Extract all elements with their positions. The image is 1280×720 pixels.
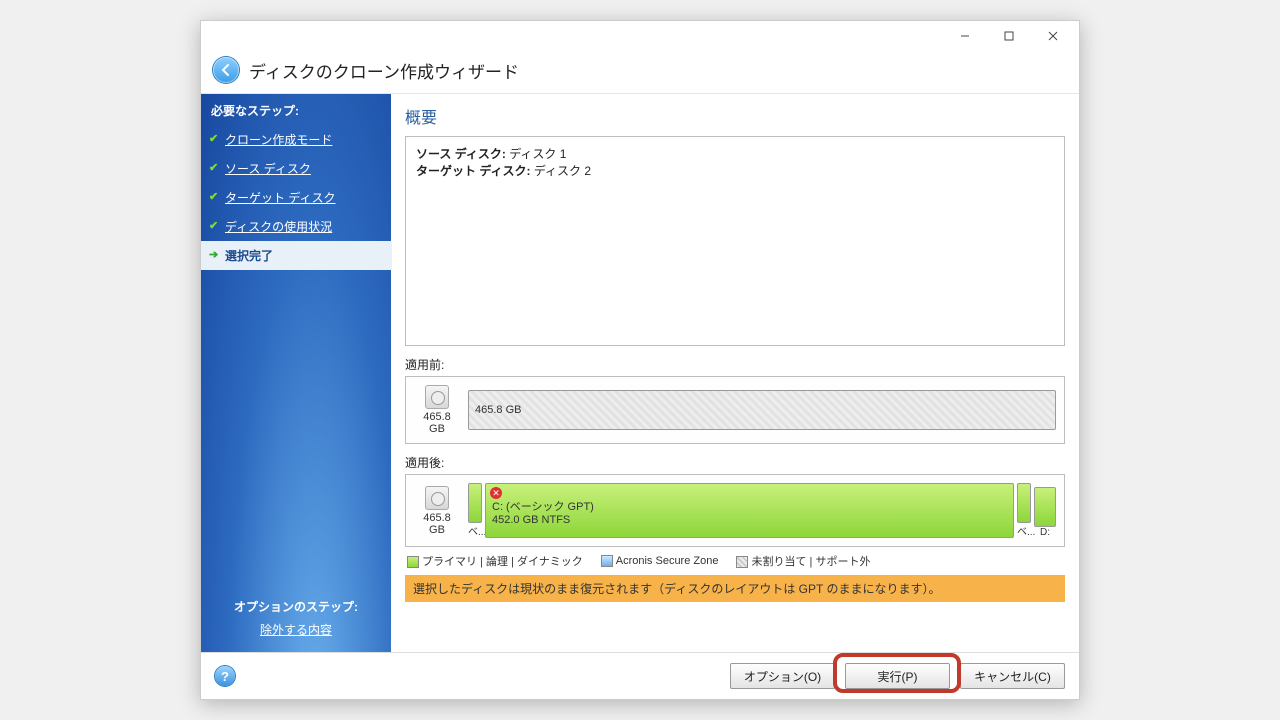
steps-heading: 必要なステップ:: [201, 94, 391, 125]
disk-after: 465.8 GB ベ... ✕ C: (ベーシック GPT) 452.0 GB …: [405, 474, 1065, 547]
hdd-icon: [425, 486, 449, 510]
disk-icon: 465.8 GB: [414, 385, 460, 435]
partition-unallocated[interactable]: 465.8 GB: [468, 390, 1056, 430]
partition-d[interactable]: [1034, 487, 1056, 527]
hdd-icon: [425, 385, 449, 409]
minimize-button[interactable]: [943, 22, 987, 50]
partition-c[interactable]: ✕ C: (ベーシック GPT) 452.0 GB NTFS: [485, 483, 1014, 538]
proceed-button[interactable]: 実行(P): [845, 663, 950, 689]
optional-heading: オプションのステップ:: [209, 598, 383, 615]
step-summary[interactable]: ➔選択完了: [201, 241, 392, 270]
check-icon: ✔: [209, 161, 218, 174]
swatch-primary: [407, 556, 419, 568]
disk-before: 465.8 GB 465.8 GB: [405, 376, 1065, 444]
arrow-right-icon: ➔: [209, 248, 218, 261]
legend: プライマリ | 論理 | ダイナミック Acronis Secure Zone …: [405, 547, 1065, 575]
exclude-content-link[interactable]: 除外する内容: [209, 621, 383, 638]
titlebar: [201, 21, 1079, 51]
header: ディスクのクローン作成ウィザード: [201, 51, 1079, 94]
step-source-disk[interactable]: ✔ソース ディスク: [201, 154, 391, 183]
footer: ? オプション(O) 実行(P) キャンセル(C): [201, 652, 1079, 699]
summary-box: ソース ディスク: ディスク 1 ターゲット ディスク: ディスク 2: [405, 136, 1065, 346]
check-icon: ✔: [209, 132, 218, 145]
wizard-window: ディスクのクローン作成ウィザード 必要なステップ: ✔クローン作成モード ✔ソー…: [200, 20, 1080, 700]
wizard-title: ディスクのクローン作成ウィザード: [249, 58, 519, 83]
check-icon: ✔: [209, 219, 218, 232]
error-icon: ✕: [490, 487, 502, 499]
warning-bar: 選択したディスクは現状のまま復元されます（ディスクのレイアウトは GPT のまま…: [405, 575, 1065, 602]
swatch-secure-zone: [601, 555, 613, 567]
main-panel: 概要 ソース ディスク: ディスク 1 ターゲット ディスク: ディスク 2 適…: [391, 94, 1079, 652]
close-button[interactable]: [1031, 22, 1075, 50]
cancel-button[interactable]: キャンセル(C): [960, 663, 1065, 689]
after-label: 適用後:: [405, 454, 1065, 471]
step-disk-usage[interactable]: ✔ディスクの使用状況: [201, 212, 391, 241]
partition-small-2[interactable]: [1017, 483, 1031, 523]
help-icon[interactable]: ?: [215, 666, 235, 686]
disk-icon: 465.8 GB: [414, 486, 460, 536]
check-icon: ✔: [209, 190, 218, 203]
sidebar: 必要なステップ: ✔クローン作成モード ✔ソース ディスク ✔ターゲット ディス…: [201, 94, 391, 652]
options-button[interactable]: オプション(O): [730, 663, 835, 689]
partition-small-1[interactable]: [468, 483, 482, 523]
optional-steps: オプションのステップ: 除外する内容: [201, 588, 391, 652]
section-title: 概要: [405, 104, 1065, 128]
swatch-unallocated: [736, 556, 748, 568]
step-target-disk[interactable]: ✔ターゲット ディスク: [201, 183, 391, 212]
back-button[interactable]: [213, 57, 239, 83]
step-clone-mode[interactable]: ✔クローン作成モード: [201, 125, 391, 154]
before-label: 適用前:: [405, 356, 1065, 373]
maximize-button[interactable]: [987, 22, 1031, 50]
